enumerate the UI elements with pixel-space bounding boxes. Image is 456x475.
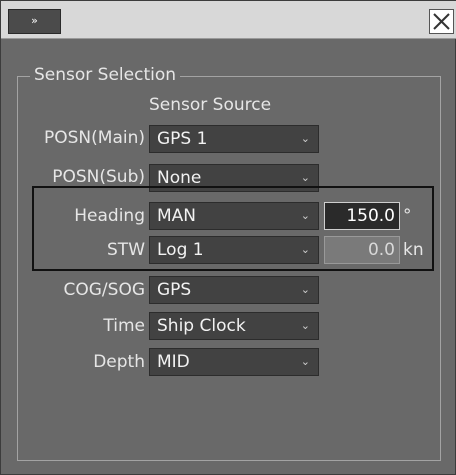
chevron-down-icon: ⌄: [300, 243, 310, 256]
dropdown-value: Log 1: [157, 240, 204, 260]
collapse-button[interactable]: »: [8, 9, 61, 34]
row-label-depth: Depth: [93, 352, 145, 372]
cog-sog-dropdown[interactable]: GPS ⌄: [149, 276, 319, 304]
sensor-selection-dialog: » Sensor Selection Sensor Source POSN(Ma…: [0, 0, 456, 475]
heading-dropdown[interactable]: MAN ⌄: [149, 202, 319, 230]
posn-main-dropdown[interactable]: GPS 1 ⌄: [149, 125, 319, 153]
chevron-down-icon: ⌄: [300, 283, 310, 296]
heading-value-input[interactable]: 150.0: [324, 202, 400, 230]
time-dropdown[interactable]: Ship Clock ⌄: [149, 312, 319, 340]
dropdown-value: MID: [157, 352, 190, 372]
column-header-sensor-source: Sensor Source: [149, 95, 272, 115]
close-icon: [433, 13, 450, 30]
row-label-stw: STW: [107, 240, 145, 260]
chevron-down-icon: ⌄: [300, 209, 310, 222]
dropdown-value: Ship Clock: [157, 316, 246, 336]
row-label-heading: Heading: [74, 206, 145, 226]
stw-dropdown[interactable]: Log 1 ⌄: [149, 236, 319, 264]
stw-value-input: 0.0: [324, 236, 400, 264]
chevron-down-icon: ⌄: [300, 355, 310, 368]
row-label-cog-sog: COG/SOG: [63, 280, 146, 300]
group-title: Sensor Selection: [30, 64, 181, 86]
stw-unit: kn: [403, 240, 424, 260]
title-bar: »: [1, 1, 456, 39]
chevron-down-icon: ⌄: [300, 132, 310, 145]
row-label-time: Time: [103, 316, 145, 336]
depth-dropdown[interactable]: MID ⌄: [149, 348, 319, 376]
double-chevron-icon: »: [31, 14, 38, 27]
dropdown-value: MAN: [157, 206, 197, 226]
close-button[interactable]: [429, 9, 454, 34]
row-label-posn-main: POSN(Main): [44, 128, 145, 148]
chevron-down-icon: ⌄: [300, 319, 310, 332]
dropdown-value: None: [157, 168, 202, 188]
heading-unit: °: [403, 206, 412, 226]
dropdown-value: GPS: [157, 280, 192, 300]
row-label-posn-sub: POSN(Sub): [52, 167, 145, 187]
dropdown-value: GPS 1: [157, 129, 208, 149]
